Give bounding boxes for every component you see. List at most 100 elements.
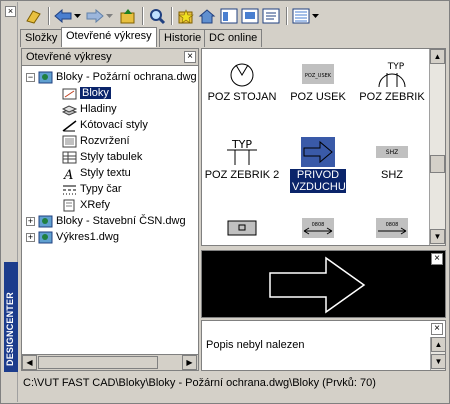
tree-node-label: Bloky xyxy=(80,87,111,99)
drawing-icon xyxy=(38,215,53,227)
palette-item[interactable]: 0808 xyxy=(352,213,432,243)
tree-node-label: XRefy xyxy=(80,199,110,211)
expand-icon[interactable]: + xyxy=(26,216,35,226)
svg-text:TYP: TYP xyxy=(231,138,252,151)
drawing-icon xyxy=(38,71,53,83)
tree-node-rozvrzeni[interactable]: Rozvržení xyxy=(62,133,130,149)
palette-item-label: POZ STOJAN xyxy=(207,91,277,103)
scroll-left-icon[interactable]: ◀ xyxy=(22,355,37,370)
designcenter-window: × DESIGNCENTER Složky Otevřené výkresy H… xyxy=(0,0,450,404)
scroll-thumb[interactable] xyxy=(38,356,158,369)
views-icon[interactable] xyxy=(291,6,311,26)
scroll-up-icon[interactable]: ▲ xyxy=(431,337,446,352)
palette-item-label: SHZ xyxy=(381,169,403,181)
favorites-icon[interactable] xyxy=(176,6,196,26)
palette-item[interactable]: POZ_USEK POZ USEK xyxy=(278,59,358,103)
tree-node-drawing[interactable]: − Bloky - Požární ochrana.dwg xyxy=(26,69,197,85)
description-scrollbar[interactable]: ▲ ▼ xyxy=(430,337,446,370)
scroll-up-icon[interactable]: ▲ xyxy=(430,49,445,64)
tree-node-xrefy[interactable]: XRefy xyxy=(62,197,110,213)
tree-node-kotovaci-styly[interactable]: Kótovací styly xyxy=(62,117,148,133)
svg-text:SHZ: SHZ xyxy=(386,149,398,156)
svg-text:A: A xyxy=(63,168,73,180)
tree-node-drawing[interactable]: + Výkres1.dwg xyxy=(26,229,119,245)
palette-title-bar[interactable]: DESIGNCENTER xyxy=(4,262,18,372)
palette-item[interactable]: TYP POZ ZEBRIK 2 xyxy=(202,137,282,181)
arrow2-thumbnail: 0808 xyxy=(376,218,408,238)
table-style-icon xyxy=(62,151,77,163)
vertical-title-strip: × DESIGNCENTER xyxy=(2,2,18,402)
folder-tree: Otevřené výkresy × − Bloky - Požární och… xyxy=(21,48,199,371)
palette-item[interactable]: POZ STOJAN xyxy=(202,59,282,103)
tree-node-styly-textu[interactable]: A Styly textu xyxy=(62,165,131,181)
tree-node-label: Styly tabulek xyxy=(80,151,143,163)
description-pane: × Popis nebyl nalezen ▲ ▼ xyxy=(201,320,446,371)
xref-icon xyxy=(63,199,75,211)
palette-item-label: POZ ZEBRIK 2 xyxy=(204,169,280,181)
close-icon[interactable]: × xyxy=(431,323,443,335)
up-icon[interactable] xyxy=(118,6,138,26)
tab-dc-online[interactable]: DC online xyxy=(204,29,263,47)
arrow1-thumbnail: 0808 xyxy=(302,218,334,238)
status-bar: C:\VUT FAST CAD\Bloky\Bloky - Požární oc… xyxy=(23,377,376,389)
tree-node-bloky[interactable]: Bloky xyxy=(62,85,111,101)
collapse-icon[interactable]: − xyxy=(26,72,35,82)
tree-header-label: Otevřené výkresy xyxy=(26,51,112,63)
search-icon[interactable] xyxy=(147,6,167,26)
svg-text:0808: 0808 xyxy=(386,222,399,228)
svg-text:0808: 0808 xyxy=(312,222,325,228)
home-icon[interactable] xyxy=(197,6,217,26)
forward-dropdown-icon[interactable] xyxy=(105,6,115,26)
back-dropdown-icon[interactable] xyxy=(73,6,83,26)
tree-node-typy-car[interactable]: Typy čar xyxy=(62,181,122,197)
description-text: Popis nebyl nalezen xyxy=(206,339,305,351)
scroll-down-icon[interactable]: ▼ xyxy=(431,354,446,369)
toolbar xyxy=(20,3,448,29)
zebrik-thumbnail: TYP xyxy=(378,62,406,88)
scroll-thumb[interactable] xyxy=(430,155,445,173)
close-icon[interactable]: × xyxy=(5,6,16,17)
svg-text:TYP: TYP xyxy=(387,62,405,72)
text-style-icon: A xyxy=(63,168,73,180)
linetype-icon xyxy=(63,185,76,194)
tree-node-label: Hladiny xyxy=(80,103,117,115)
close-icon[interactable]: × xyxy=(184,51,196,63)
palette-item[interactable]: 0808 xyxy=(278,213,358,243)
scroll-right-icon[interactable]: ▶ xyxy=(182,355,197,370)
views-dropdown-icon[interactable] xyxy=(311,6,321,26)
tree-toggle-icon[interactable] xyxy=(219,6,239,26)
tree-node-hladiny[interactable]: Hladiny xyxy=(62,101,117,117)
shz-thumbnail: SHZ xyxy=(376,146,408,158)
back-icon[interactable] xyxy=(53,6,73,26)
scroll-down-icon[interactable]: ▼ xyxy=(430,229,445,244)
tree-node-styly-tabulek[interactable]: Styly tabulek xyxy=(62,149,142,165)
tree-node-label: Kótovací styly xyxy=(80,119,148,131)
palette-item[interactable]: SHZ SHZ xyxy=(352,137,432,181)
preview-pane: × xyxy=(201,250,446,318)
tree-node-label: Typy čar xyxy=(80,183,122,195)
tree-node-drawing[interactable]: + Bloky - Stavební ČSN.dwg xyxy=(26,213,186,229)
toolbar-separator xyxy=(171,7,173,25)
palette-title: DESIGNCENTER xyxy=(5,292,15,366)
tree-node-label: Styly textu xyxy=(80,167,131,179)
description-icon[interactable] xyxy=(261,6,281,26)
forward-icon[interactable] xyxy=(85,6,105,26)
preview-icon[interactable] xyxy=(240,6,260,26)
palette-item-selected[interactable]: PRIVOD VZDUCHU xyxy=(278,137,358,193)
expand-icon[interactable]: + xyxy=(26,232,35,242)
load-icon[interactable] xyxy=(24,6,44,26)
tree-node-label: Rozvržení xyxy=(80,135,130,147)
blocks-icon xyxy=(62,88,77,99)
close-icon[interactable]: × xyxy=(431,253,443,265)
tab-otevrene-vykresy[interactable]: Otevřené výkresy xyxy=(61,27,157,47)
tab-historie[interactable]: Historie xyxy=(159,29,207,47)
layers-icon xyxy=(62,104,77,116)
vertical-scrollbar[interactable]: ▲ ▼ xyxy=(429,49,445,245)
horizontal-scrollbar[interactable]: ◀ ▶ xyxy=(22,354,198,370)
tree-node-label: Bloky - Stavební ČSN.dwg xyxy=(56,215,186,227)
tab-slozky[interactable]: Složky xyxy=(20,29,63,47)
layout-icon xyxy=(62,135,77,147)
zebrik2-thumbnail: TYP xyxy=(227,138,257,165)
palette-item[interactable] xyxy=(202,213,282,243)
palette-item[interactable]: TYP POZ ZEBRIK xyxy=(352,59,432,103)
